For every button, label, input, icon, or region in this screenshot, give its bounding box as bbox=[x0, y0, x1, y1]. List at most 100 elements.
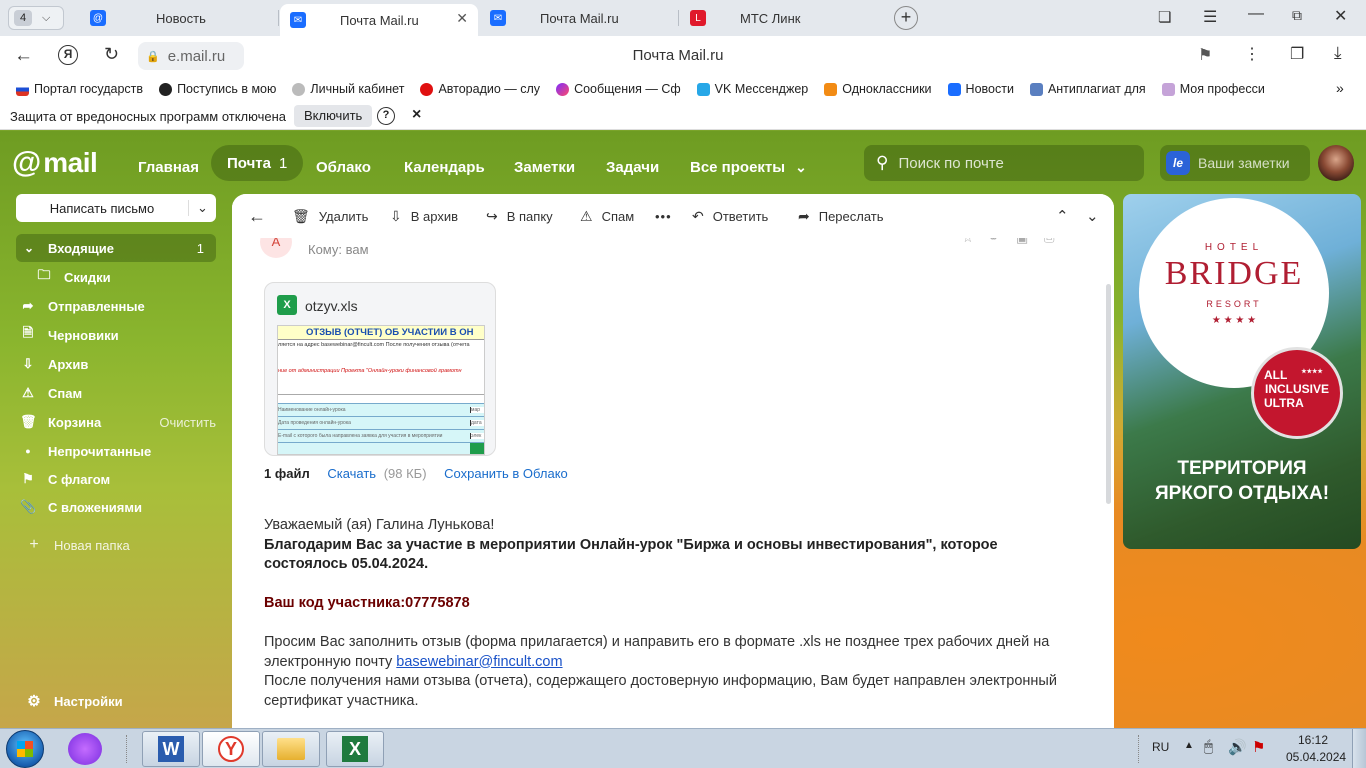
folder-trash[interactable]: 🗑 Корзина Очистить bbox=[20, 409, 216, 435]
help-icon[interactable]: ? bbox=[377, 107, 395, 125]
bookmark-profession[interactable]: Моя професси bbox=[1161, 82, 1265, 96]
bookmark-vk[interactable]: VK Мессенджер bbox=[696, 82, 808, 96]
compose-dropdown-icon[interactable]: ⌄ bbox=[188, 200, 216, 216]
bookmark-messages[interactable]: Сообщения — Сф bbox=[556, 82, 681, 96]
bookmark-ok[interactable]: Одноклассники bbox=[824, 82, 932, 96]
more-actions-icon[interactable]: ••• bbox=[655, 194, 672, 238]
clock-time[interactable]: 16:12 bbox=[1298, 733, 1328, 747]
power-flag-icon[interactable]: ⚑ bbox=[1252, 738, 1265, 756]
spam-button[interactable]: ⚠ Спам bbox=[580, 194, 634, 238]
scrollbar-thumb[interactable] bbox=[1106, 284, 1111, 504]
prev-message-icon[interactable]: ⌃ bbox=[1056, 194, 1069, 238]
explorer-taskbar-button[interactable] bbox=[262, 731, 320, 767]
archive-button[interactable]: ⇩ В архив bbox=[390, 194, 458, 238]
new-folder-button[interactable]: + Новая папка bbox=[26, 532, 129, 558]
folder-unread[interactable]: ● Непрочитанные bbox=[20, 438, 151, 464]
archive-icon: ⇩ bbox=[22, 356, 34, 371]
downloads-icon[interactable]: ⤓ bbox=[1334, 43, 1342, 63]
nav-cloud[interactable]: Облако bbox=[316, 152, 371, 182]
folder-archive[interactable]: ⇩ Архив bbox=[20, 351, 89, 377]
volume-icon[interactable]: 🔊 bbox=[1228, 738, 1247, 756]
nav-tasks[interactable]: Задачи bbox=[606, 152, 659, 182]
tab-mts-link[interactable]: L МТС Линк bbox=[680, 4, 876, 32]
bookmarks-icon[interactable]: ❏ bbox=[1158, 8, 1171, 26]
close-tab-icon[interactable]: ✕ bbox=[456, 10, 468, 27]
spreadsheet-preview: ОТЗЫВ (ОТЧЕТ) ОБ УЧАСТИИ В ОН ляется на … bbox=[277, 325, 485, 455]
url-text: e.mail.ru bbox=[167, 47, 226, 65]
email-link[interactable]: basewebinar@fincult.com bbox=[396, 654, 562, 670]
bookmarks-bar: Портал государств Поступись в мою Личный… bbox=[0, 76, 1366, 102]
bookmark-cabinet[interactable]: Личный кабинет bbox=[292, 82, 404, 96]
restore-icon[interactable]: ⧉ bbox=[1292, 7, 1302, 24]
bookmark-news[interactable]: Новости bbox=[947, 82, 1014, 96]
url-field[interactable]: 🔒 e.mail.ru bbox=[138, 42, 244, 70]
folder-flagged[interactable]: ⚑ С флагом bbox=[20, 466, 110, 492]
nav-notes[interactable]: Заметки bbox=[514, 152, 575, 182]
save-to-cloud-link[interactable]: Сохранить в Облако bbox=[444, 466, 568, 481]
yandex-browser-taskbar-button[interactable]: Y bbox=[202, 731, 260, 767]
browser-tab-bar: 4 ⌵ @ Новость ✉ Почта Mail.ru ✕ ✉ Почта … bbox=[0, 0, 1366, 36]
more-bookmarks-icon[interactable]: » bbox=[1336, 80, 1344, 96]
bookmark-avtoradio[interactable]: Авторадио — слу bbox=[420, 82, 540, 96]
attachment-actions: 1 файл Скачать (98 КБ) Сохранить в Облак… bbox=[264, 466, 568, 481]
back-to-list-icon[interactable]: ← bbox=[248, 194, 266, 238]
clear-trash-button[interactable]: Очистить bbox=[159, 415, 216, 430]
folder-spam[interactable]: ⚠ Спам bbox=[20, 380, 82, 406]
tab-news[interactable]: @ Новость bbox=[80, 4, 276, 32]
attachment-card[interactable]: X otzyv.xls ОТЗЫВ (ОТЧЕТ) ОБ УЧАСТИИ В О… bbox=[264, 282, 496, 456]
enable-protection-button[interactable]: Включить bbox=[294, 105, 373, 127]
nav-all-projects[interactable]: Все проекты ⌄ bbox=[690, 152, 807, 182]
language-indicator[interactable]: RU bbox=[1152, 740, 1169, 754]
close-window-icon[interactable]: ✕ bbox=[1334, 6, 1347, 26]
reply-button[interactable]: ↶ Ответить bbox=[692, 194, 768, 238]
tab-mail-2[interactable]: ✉ Почта Mail.ru bbox=[480, 4, 676, 32]
start-button[interactable] bbox=[6, 730, 44, 768]
menu-icon[interactable]: ☰ bbox=[1203, 7, 1217, 27]
excel-taskbar-button[interactable]: X bbox=[326, 731, 384, 767]
download-link[interactable]: Скачать bbox=[327, 466, 376, 481]
user-avatar[interactable] bbox=[1318, 145, 1354, 181]
nav-home[interactable]: Главная bbox=[138, 152, 199, 182]
tray-expand-icon[interactable]: ▲ bbox=[1184, 740, 1194, 751]
folder-inbox[interactable]: ⌄ Входящие 1 bbox=[16, 234, 216, 262]
show-desktop-button[interactable] bbox=[1352, 729, 1366, 768]
close-protection-icon[interactable]: × bbox=[412, 106, 421, 124]
forward-button[interactable]: ➦ Переслать bbox=[798, 194, 884, 238]
bookmark-gosuslugi[interactable]: Портал государств bbox=[16, 82, 143, 96]
notes-widget[interactable]: le Ваши заметки bbox=[1160, 145, 1310, 181]
clock-date[interactable]: 05.04.2024 bbox=[1286, 750, 1346, 764]
reload-icon[interactable]: ↻ bbox=[104, 44, 119, 65]
mail-logo[interactable]: @ mail bbox=[12, 146, 98, 180]
collections-icon[interactable]: ❐ bbox=[1290, 44, 1304, 64]
folder-attachments[interactable]: 📎 С вложениями bbox=[20, 494, 142, 520]
folder-sent[interactable]: ➦ Отправленные bbox=[20, 293, 145, 319]
tab-mail-active[interactable]: ✉ Почта Mail.ru ✕ bbox=[280, 4, 478, 36]
more-vertical-icon[interactable]: ⋮ bbox=[1244, 44, 1260, 64]
bookmark-postupis[interactable]: Поступись в мою bbox=[159, 82, 276, 96]
ad-banner[interactable]: HOTEL BRIDGE RESORT ★ ★ ★ ★ ★★★★ ALL INC… bbox=[1123, 194, 1361, 549]
folder-move-icon: ↪ bbox=[486, 207, 498, 224]
search-input[interactable]: ⚲ Поиск по почте bbox=[864, 145, 1144, 181]
profession-icon bbox=[1161, 82, 1175, 96]
new-tab-button[interactable]: + bbox=[894, 6, 918, 30]
bookmark-antiplagiat[interactable]: Антиплагиат для bbox=[1029, 82, 1146, 96]
folder-discounts[interactable]: 🗀 Скидки bbox=[36, 264, 110, 290]
compose-button[interactable]: Написать письмо ⌄ bbox=[16, 194, 216, 222]
next-message-icon[interactable]: ⌄ bbox=[1086, 194, 1099, 238]
nav-mail-active[interactable]: Почта 1 bbox=[211, 145, 304, 181]
yandex-logo-icon[interactable]: Я bbox=[58, 45, 78, 65]
back-icon[interactable]: ← bbox=[14, 45, 33, 67]
nav-calendar[interactable]: Календарь bbox=[404, 152, 485, 182]
bookmark-flag-icon[interactable]: ⚑ bbox=[1198, 45, 1212, 65]
settings-button[interactable]: ⚙ Настройки bbox=[26, 688, 122, 714]
move-to-folder-button[interactable]: ↪ В папку bbox=[486, 194, 553, 238]
folder-drafts[interactable]: 🗎 Черновики bbox=[20, 322, 119, 348]
sent-icon: ➦ bbox=[22, 298, 34, 313]
alice-button[interactable] bbox=[68, 733, 102, 765]
word-taskbar-button[interactable]: W bbox=[142, 731, 200, 767]
network-icon[interactable]: 🖱 bbox=[1204, 738, 1213, 755]
delete-button[interactable]: 🗑 Удалить bbox=[292, 194, 368, 238]
tab-counter-button[interactable]: 4 ⌵ bbox=[8, 6, 64, 30]
trash-icon: 🗑 bbox=[20, 414, 37, 429]
minimize-icon[interactable]: — bbox=[1248, 5, 1264, 23]
